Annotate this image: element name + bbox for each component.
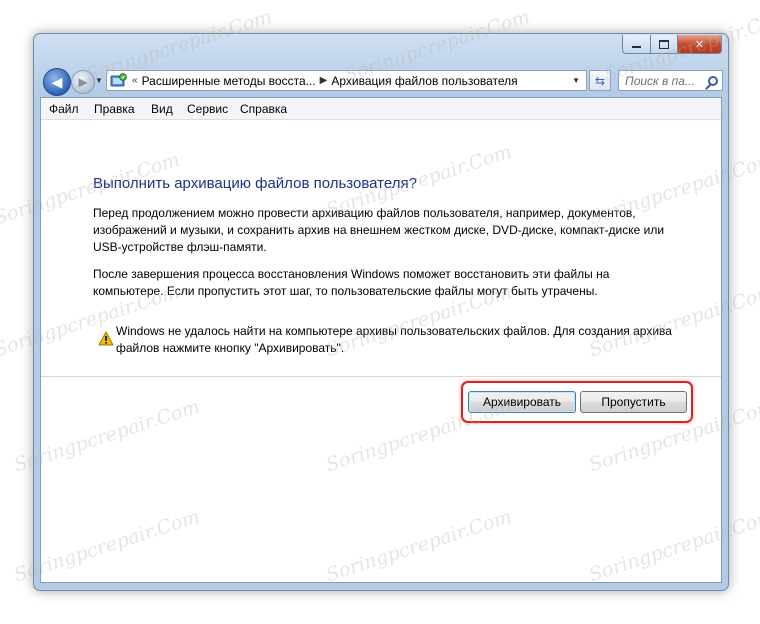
close-icon: ✕ [694, 38, 705, 51]
intro-line: Перед продолжением можно провести архива… [93, 206, 636, 220]
address-bar[interactable]: « Расширенные методы восста... ▶ Архивац… [106, 70, 587, 91]
breadcrumb-separator-icon[interactable]: ▶ [320, 75, 328, 86]
control-panel-icon [110, 72, 127, 86]
address-dropdown-icon[interactable]: ▼ [572, 76, 580, 85]
breadcrumb-item[interactable]: Расширенные методы восста... [142, 74, 316, 88]
warning-icon [98, 331, 114, 346]
forward-arrow-icon: ▶ [78, 75, 88, 89]
explorer-window: ✕ ◀ ▶ ▼ « Расширенные методы восста... ▶… [33, 33, 729, 591]
minimize-button[interactable] [622, 35, 651, 54]
refresh-button[interactable]: ⇆ [589, 70, 611, 91]
intro-line: изображений и музыки, и сохранить архив … [93, 223, 665, 237]
content-pane: Файл Правка Вид Сервис Справка Выполнить… [40, 97, 722, 583]
search-icon[interactable] [708, 75, 718, 86]
menu-item-file[interactable]: Файл [49, 102, 79, 116]
divider [41, 376, 721, 377]
archive-button[interactable]: Архивировать [468, 391, 576, 413]
menu-item-help[interactable]: Справка [240, 102, 287, 116]
menu-bar: Файл Правка Вид Сервис Справка [41, 98, 721, 120]
chevron-down-icon: ▼ [95, 76, 103, 85]
warning-line: файлов нажмите кнопку "Архивировать". [116, 341, 345, 355]
menu-item-view[interactable]: Вид [151, 102, 173, 116]
warning-message: Windows не удалось найти на компьютере а… [116, 323, 706, 357]
breadcrumb-item-current[interactable]: Архивация файлов пользователя [331, 74, 517, 88]
menu-item-edit[interactable]: Правка [94, 102, 135, 116]
restore-line: компьютере. Если пропустить этот шаг, то… [93, 284, 598, 298]
recent-pages-dropdown[interactable]: ▼ [95, 76, 103, 85]
back-arrow-icon: ◀ [51, 73, 63, 90]
minimize-icon [632, 45, 641, 48]
warning-line: Windows не удалось найти на компьютере а… [116, 324, 672, 338]
restore-paragraph: После завершения процесса восстановления… [93, 266, 693, 300]
close-button[interactable]: ✕ [678, 35, 722, 54]
intro-paragraph: Перед продолжением можно провести архива… [93, 205, 693, 256]
breadcrumb-overflow[interactable]: « [132, 75, 138, 86]
intro-line: USB-устройстве флэш-памяти. [93, 240, 267, 254]
navigation-row: ◀ ▶ ▼ « Расширенные методы восста... ▶ А… [40, 67, 724, 96]
back-button[interactable]: ◀ [43, 68, 71, 96]
refresh-icon: ⇆ [594, 73, 606, 88]
skip-button[interactable]: Пропустить [580, 391, 687, 413]
search-input[interactable]: Поиск в па... [625, 74, 695, 88]
restore-line: После завершения процесса восстановления… [93, 267, 610, 281]
forward-button[interactable]: ▶ [71, 70, 95, 94]
caption-buttons: ✕ [622, 35, 722, 54]
maximize-icon [659, 39, 669, 49]
search-box[interactable]: Поиск в па... [618, 70, 723, 91]
menu-item-tools[interactable]: Сервис [187, 102, 228, 116]
page-title: Выполнить архивацию файлов пользователя? [93, 175, 417, 192]
maximize-button[interactable] [651, 35, 678, 54]
